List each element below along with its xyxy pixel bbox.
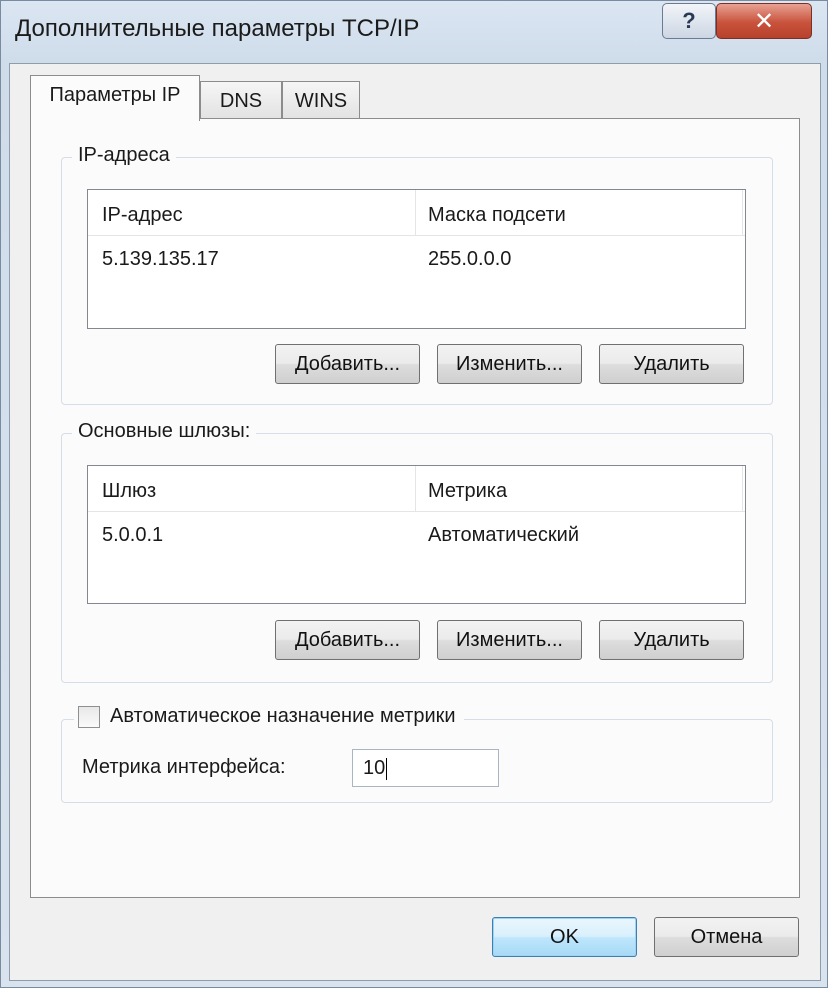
help-icon: ? xyxy=(682,8,696,33)
edit-ip-button[interactable]: Изменить... xyxy=(437,344,582,384)
column-header-gateway[interactable]: Шлюз xyxy=(102,480,156,503)
column-header-metric[interactable]: Метрика xyxy=(428,480,507,503)
add-gateway-button[interactable]: Добавить... xyxy=(275,620,420,660)
default-gateways-group: Основные шлюзы: Шлюз Метрика 5.0.0.1 Авт… xyxy=(61,420,773,683)
cancel-button[interactable]: Отмена xyxy=(654,917,799,957)
ip-address-list[interactable]: IP-адрес Маска подсети 5.139.135.17 255.… xyxy=(87,189,746,329)
ok-button[interactable]: OK xyxy=(492,917,637,957)
dialog-client-area: Параметры IP DNS WINS IP-адреса IP-адрес… xyxy=(9,63,821,981)
column-divider[interactable] xyxy=(742,466,743,512)
metric-group: Автоматическое назначение метрики Метрик… xyxy=(61,705,773,803)
tab-dns[interactable]: DNS xyxy=(200,81,282,119)
auto-metric-label[interactable]: Автоматическое назначение метрики xyxy=(110,705,456,728)
gateway-list[interactable]: Шлюз Метрика 5.0.0.1 Автоматический xyxy=(87,465,746,604)
tab-label: DNS xyxy=(219,90,263,112)
auto-metric-option[interactable]: Автоматическое назначение метрики xyxy=(74,705,464,728)
subnet-mask-cell: 255.0.0.0 xyxy=(428,248,512,270)
auto-metric-checkbox[interactable] xyxy=(78,705,100,728)
tab-panel: IP-адреса IP-адрес Маска подсети 5.139.1… xyxy=(30,118,800,898)
edit-gateway-button[interactable]: Изменить... xyxy=(437,620,582,660)
close-button[interactable]: ✕ xyxy=(716,3,812,39)
close-icon: ✕ xyxy=(753,7,775,35)
tab-ip-settings[interactable]: Параметры IP xyxy=(30,75,200,121)
ip-addresses-group: IP-адреса IP-адрес Маска подсети 5.139.1… xyxy=(61,144,773,405)
column-divider[interactable] xyxy=(742,190,743,236)
title-bar[interactable]: Дополнительные параметры TCP/IP ? ✕ xyxy=(1,1,828,63)
list-header: IP-адрес Маска подсети xyxy=(88,190,745,236)
add-ip-button[interactable]: Добавить... xyxy=(275,344,420,384)
window-title: Дополнительные параметры TCP/IP xyxy=(15,15,420,42)
tab-label: WINS xyxy=(294,90,348,112)
interface-metric-label: Метрика интерфейса: xyxy=(82,756,286,778)
interface-metric-value: 10 xyxy=(363,757,386,779)
interface-metric-input[interactable]: 10 xyxy=(352,749,499,787)
delete-ip-button[interactable]: Удалить xyxy=(599,344,744,384)
tab-wins[interactable]: WINS xyxy=(282,81,360,119)
ip-address-cell: 5.139.135.17 xyxy=(102,248,219,270)
delete-gateway-button[interactable]: Удалить xyxy=(599,620,744,660)
column-divider[interactable] xyxy=(415,466,416,512)
gateway-cell: 5.0.0.1 xyxy=(102,524,164,546)
metric-cell: Автоматический xyxy=(428,524,579,546)
column-divider[interactable] xyxy=(415,190,416,236)
default-gateways-group-label: Основные шлюзы: xyxy=(72,420,257,443)
tab-label: Параметры IP xyxy=(49,84,181,106)
ip-addresses-group-label: IP-адреса xyxy=(72,144,176,167)
list-header: Шлюз Метрика xyxy=(88,466,745,512)
text-caret xyxy=(386,757,388,780)
help-button[interactable]: ? xyxy=(662,3,716,39)
dialog-window: Дополнительные параметры TCP/IP ? ✕ Пара… xyxy=(0,0,828,988)
column-header-ip[interactable]: IP-адрес xyxy=(102,204,183,227)
column-header-mask[interactable]: Маска подсети xyxy=(428,204,566,227)
